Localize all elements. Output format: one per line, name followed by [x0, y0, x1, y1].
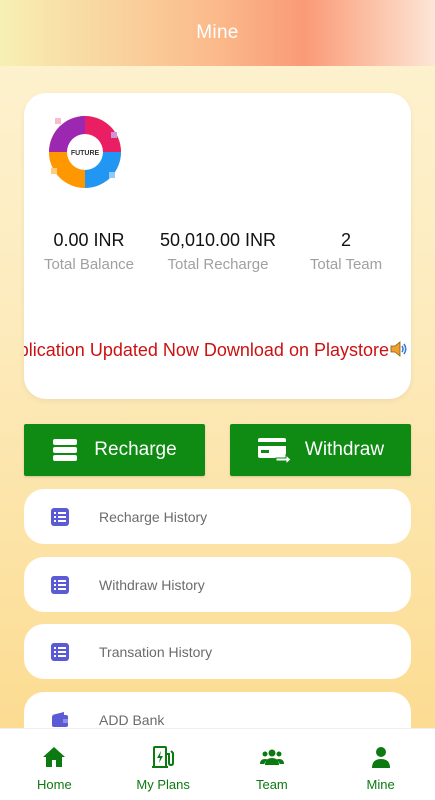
total-balance-label: Total Balance: [43, 256, 135, 273]
total-balance-value: 0.00 INR: [53, 230, 125, 250]
charging-station-icon: [152, 746, 175, 768]
total-balance-stat: 0.00 INR Total Balance: [28, 228, 150, 276]
menu-label: Withdraw History: [99, 576, 205, 593]
home-icon: [43, 747, 66, 767]
total-team-stat: 2 Total Team: [284, 228, 408, 276]
total-team-label: Total Team: [309, 256, 383, 273]
nav-mine-label: Mine: [366, 777, 395, 792]
menu-label: Transation History: [99, 643, 213, 660]
total-recharge-value: 50,010.00 INR: [159, 230, 277, 250]
nav-home[interactable]: Home: [0, 729, 109, 800]
nav-my-plans-label: My Plans: [136, 777, 190, 792]
nav-mine[interactable]: Mine: [326, 729, 435, 800]
announcement-marquee: plication Updated Now Download on Playst…: [24, 337, 411, 363]
recharge-button[interactable]: Recharge: [24, 424, 205, 476]
company-logo: FUTURE: [44, 111, 126, 193]
menu-withdraw-history[interactable]: Withdraw History: [24, 557, 411, 612]
menu-label: Recharge History: [99, 508, 208, 525]
menu-recharge-history[interactable]: Recharge History: [24, 489, 411, 544]
menu-label: ADD Bank: [99, 711, 165, 728]
users-icon: [259, 749, 284, 765]
page-title: Mine: [196, 22, 239, 43]
withdraw-button-label: Withdraw: [304, 439, 385, 460]
list-icon: [50, 507, 70, 527]
wallet-icon: [50, 710, 70, 730]
total-recharge-stat: 50,010.00 INR Total Recharge: [157, 228, 279, 276]
recharge-button-label: Recharge: [94, 439, 177, 460]
account-summary-card: FUTURE 0.00 INR Total Balance 50,010.00 …: [24, 93, 411, 399]
menu-transaction-history[interactable]: Transation History: [24, 624, 411, 679]
nav-team[interactable]: Team: [218, 729, 327, 800]
total-recharge-label: Total Recharge: [167, 256, 269, 273]
list-icon: [50, 642, 70, 662]
announcement-text: plication Updated Now Download on Playst…: [24, 340, 389, 360]
total-team-value: 2: [340, 230, 351, 250]
app-header: Mine: [0, 0, 435, 66]
list-icon: [50, 575, 70, 595]
card-transfer-icon: [257, 438, 291, 464]
bottom-navigation: Home My Plans Team Mine: [0, 728, 435, 800]
user-icon: [371, 747, 390, 768]
nav-home-label: Home: [37, 777, 72, 792]
speaker-icon: [389, 339, 409, 359]
stack-icon: [53, 439, 78, 461]
logo-text: FUTURE: [71, 150, 100, 157]
nav-team-label: Team: [255, 777, 288, 792]
nav-my-plans[interactable]: My Plans: [109, 729, 218, 800]
withdraw-button[interactable]: Withdraw: [230, 424, 411, 476]
